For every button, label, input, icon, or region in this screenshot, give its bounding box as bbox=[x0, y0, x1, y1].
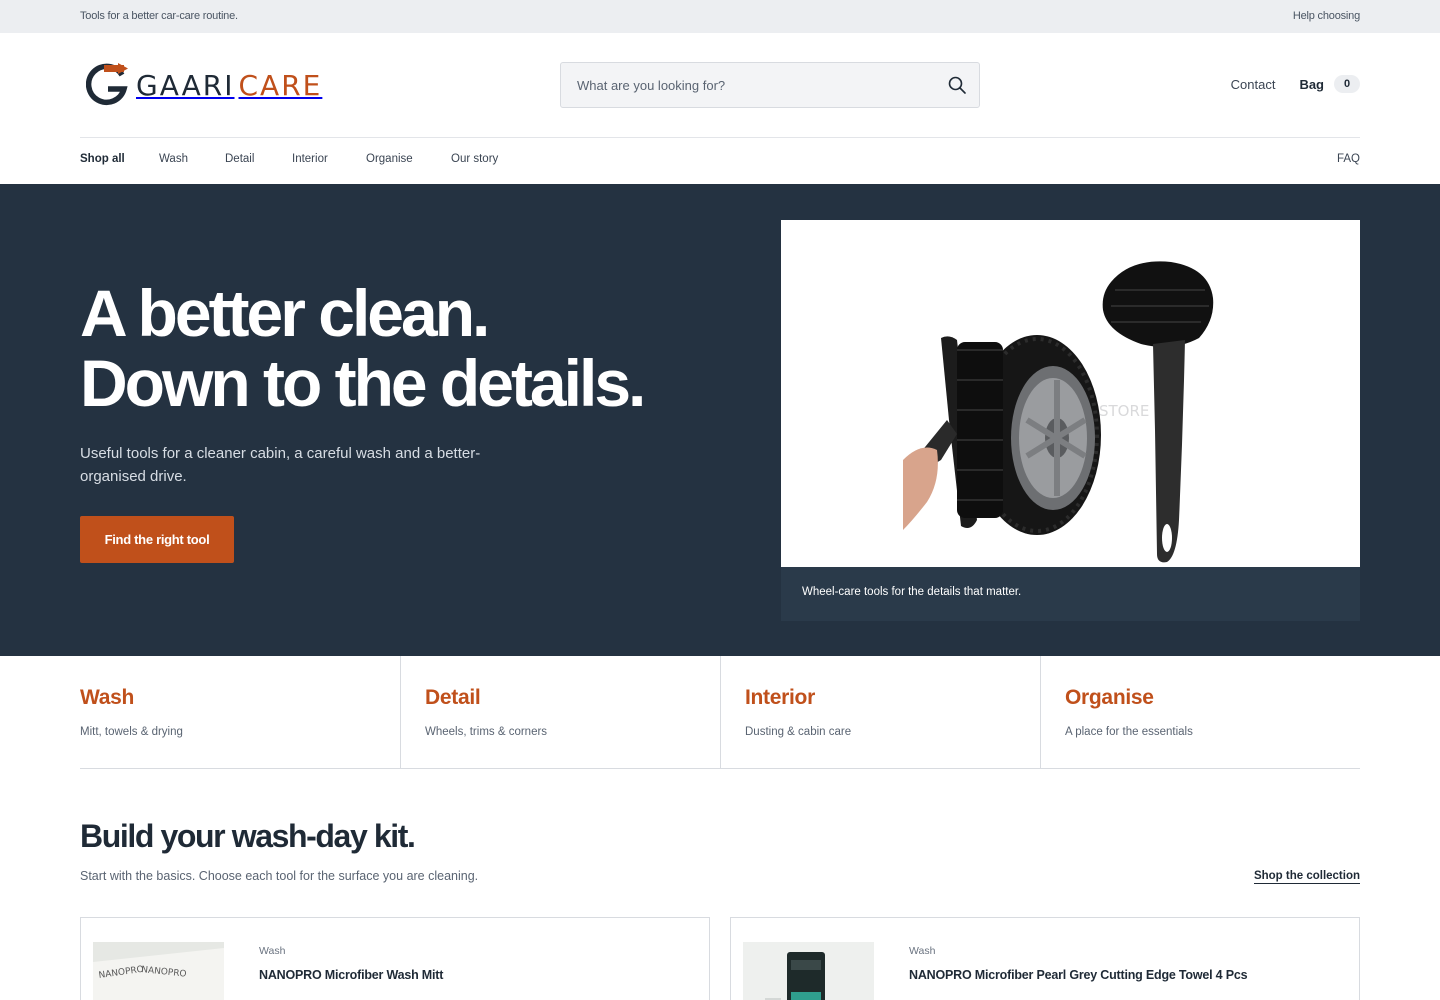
wash-mitt-package-image: NANOPRO NANOPRO bbox=[93, 942, 224, 1000]
nav-item-faq[interactable]: FAQ bbox=[1337, 153, 1360, 165]
kit-section-subtitle: Start with the basics. Choose each tool … bbox=[80, 869, 479, 883]
product-name[interactable]: NANOPRO Microfiber Pearl Grey Cutting Ed… bbox=[909, 968, 1248, 982]
search-input[interactable] bbox=[577, 63, 937, 107]
product-name[interactable]: NANOPRO Microfiber Wash Mitt bbox=[259, 968, 443, 982]
category-card-wash[interactable]: Wash Mitt, towels & drying bbox=[80, 656, 400, 768]
search-icon[interactable] bbox=[947, 75, 967, 95]
hero-subtitle: Useful tools for a cleaner cabin, a care… bbox=[80, 445, 481, 485]
hero-image-caption: Wheel-care tools for the details that ma… bbox=[802, 586, 1022, 598]
search-bar bbox=[560, 62, 980, 108]
towel-package-image bbox=[743, 942, 874, 1000]
tagline: Tools for a better car-care routine. bbox=[80, 10, 238, 22]
hero-title-line1: A better clean. bbox=[80, 276, 490, 350]
bag-count-badge: 0 bbox=[1334, 75, 1360, 93]
category-title: Interior bbox=[745, 686, 815, 709]
category-title: Detail bbox=[425, 686, 481, 709]
category-card-organise[interactable]: Organise A place for the essentials bbox=[1040, 656, 1360, 768]
category-desc: Dusting & cabin care bbox=[745, 726, 852, 738]
category-card-detail[interactable]: Detail Wheels, trims & corners bbox=[400, 656, 720, 768]
category-card-interior[interactable]: Interior Dusting & cabin care bbox=[720, 656, 1040, 768]
nav-item-organise[interactable]: Organise bbox=[366, 153, 413, 165]
product-category: Wash bbox=[259, 945, 286, 957]
find-right-tool-button[interactable]: Find the right tool bbox=[80, 516, 234, 563]
nav-item-wash[interactable]: Wash bbox=[159, 153, 188, 165]
product-card[interactable]: Wash NANOPRO Microfiber Pearl Grey Cutti… bbox=[730, 917, 1360, 1000]
watermark-text: STORE bbox=[1099, 402, 1149, 420]
help-choosing-link[interactable]: Help choosing bbox=[1293, 10, 1360, 22]
hero-image: STORE bbox=[781, 220, 1360, 567]
nav-item-interior[interactable]: Interior bbox=[292, 153, 328, 165]
nav-item-shop-all[interactable]: Shop all bbox=[80, 153, 125, 165]
wheel-brushes-illustration: STORE bbox=[903, 261, 1214, 563]
bag-button[interactable]: Bag 0 bbox=[1299, 75, 1360, 93]
site-header: GAARICARE Contact Bag 0 bbox=[0, 33, 1440, 137]
announcement-bar: Tools for a better car-care routine. Hel… bbox=[0, 0, 1440, 33]
kit-section-title: Build your wash-day kit. bbox=[80, 818, 416, 854]
header-actions: Contact Bag 0 bbox=[1231, 75, 1360, 93]
category-desc: Mitt, towels & drying bbox=[80, 726, 183, 738]
brand-name-part2: CARE bbox=[238, 68, 323, 102]
brand-name: GAARI CARE bbox=[136, 69, 322, 102]
bag-label: Bag bbox=[1299, 76, 1324, 92]
shop-collection-link[interactable]: Shop the collection bbox=[1253, 870, 1360, 884]
category-desc: Wheels, trims & corners bbox=[425, 726, 548, 738]
logo-icon bbox=[86, 63, 128, 106]
hero-section: A better clean. Down to the details. Use… bbox=[0, 184, 1440, 656]
product-image bbox=[743, 942, 874, 1000]
category-title: Organise bbox=[1065, 686, 1154, 709]
logo[interactable]: GAARI CARE bbox=[86, 63, 322, 107]
hero-title-line2: Down to the details. bbox=[80, 346, 646, 420]
product-card[interactable]: NANOPRO NANOPRO Wash NANOPRO Microfiber … bbox=[80, 917, 710, 1000]
category-title: Wash bbox=[80, 686, 135, 709]
nav-item-our-story[interactable]: Our story bbox=[451, 153, 498, 165]
category-strip: Wash Mitt, towels & drying Detail Wheels… bbox=[80, 656, 1360, 769]
product-category: Wash bbox=[909, 945, 936, 957]
contact-link[interactable]: Contact bbox=[1231, 77, 1276, 92]
brand-name-part1: GAARI bbox=[136, 68, 235, 102]
hero-image-card: STORE Wheel-care tools for the details t… bbox=[781, 220, 1360, 621]
product-image: NANOPRO NANOPRO bbox=[93, 942, 224, 1000]
main-nav: Shop all Wash Detail Interior Organise O… bbox=[80, 138, 1360, 183]
nav-item-detail[interactable]: Detail bbox=[225, 153, 254, 165]
category-desc: A place for the essentials bbox=[1065, 726, 1193, 738]
hero-title: A better clean. Down to the details. bbox=[80, 278, 740, 418]
